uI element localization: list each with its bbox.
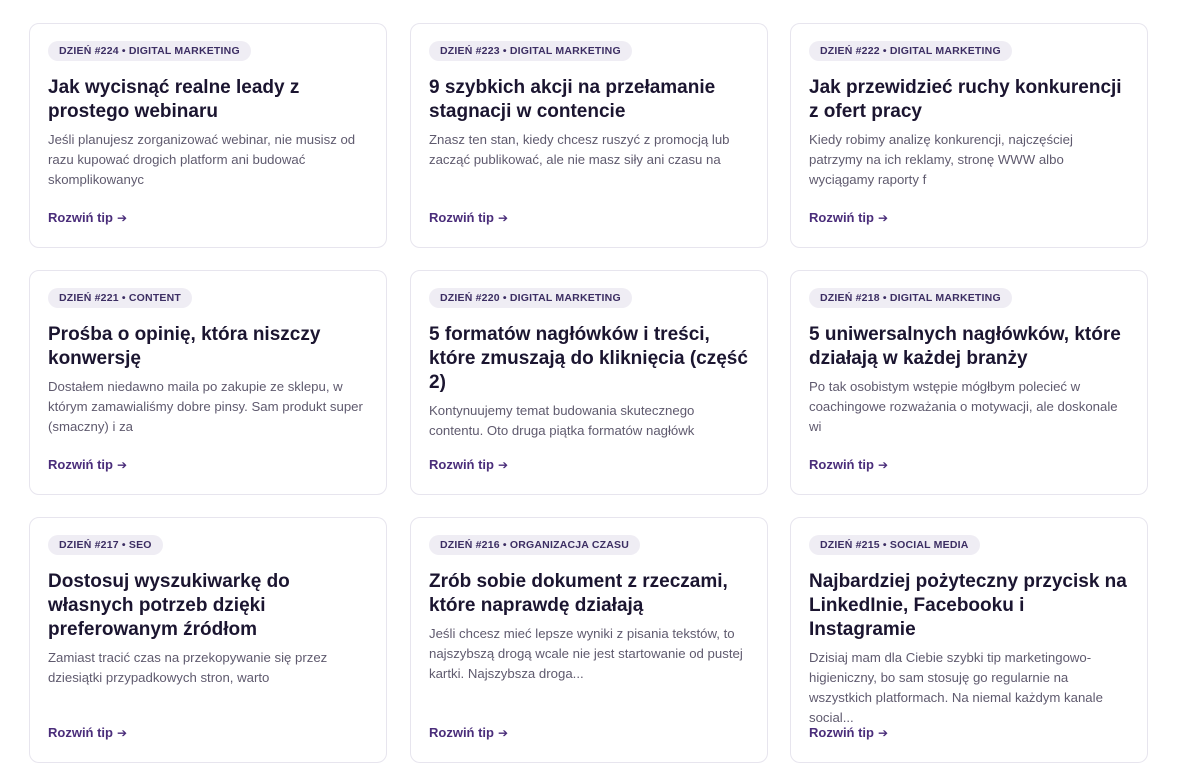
arrow-right-icon: ➔ — [117, 211, 128, 225]
tip-title[interactable]: Zrób sobie dokument z rzeczami, które na… — [429, 570, 749, 618]
tip-title[interactable]: Jak przewidzieć ruchy konkurencji z ofer… — [809, 76, 1129, 124]
tip-excerpt: Po tak osobistym wstępie mógłbym polecie… — [809, 379, 1118, 434]
arrow-right-icon: ➔ — [498, 211, 509, 225]
tip-title[interactable]: Jak wycisnąć realne leady z prostego web… — [48, 76, 368, 124]
tip-card: DZIEŃ #221 • CONTENT Prośba o opinię, kt… — [29, 270, 387, 495]
day-category-badge: DZIEŃ #216 • ORGANIZACJA CZASU — [429, 535, 640, 555]
arrow-right-icon: ➔ — [498, 726, 509, 740]
expand-tip-link[interactable]: Rozwiń tip ➔ — [429, 210, 508, 226]
tip-excerpt: Znasz ten stan, kiedy chcesz ruszyć z pr… — [429, 132, 730, 167]
tip-card: DZIEŃ #217 • SEO Dostosuj wyszukiwarkę d… — [29, 517, 387, 763]
tip-card: DZIEŃ #220 • DIGITAL MARKETING 5 formató… — [410, 270, 768, 495]
tip-card: DZIEŃ #218 • DIGITAL MARKETING 5 uniwers… — [790, 270, 1148, 495]
day-category-badge: DZIEŃ #218 • DIGITAL MARKETING — [809, 288, 1012, 308]
expand-tip-link[interactable]: Rozwiń tip ➔ — [809, 210, 888, 226]
tip-card: DZIEŃ #224 • DIGITAL MARKETING Jak wycis… — [29, 23, 387, 248]
arrow-right-icon: ➔ — [498, 458, 509, 472]
expand-tip-label: Rozwiń tip — [429, 457, 494, 472]
tip-card: DZIEŃ #216 • ORGANIZACJA CZASU Zrób sobi… — [410, 517, 768, 763]
expand-tip-label: Rozwiń tip — [48, 457, 113, 472]
arrow-right-icon: ➔ — [878, 458, 889, 472]
arrow-right-icon: ➔ — [117, 726, 128, 740]
tip-excerpt: Kontynuujemy temat budowania skutecznego… — [429, 403, 695, 438]
expand-tip-label: Rozwiń tip — [809, 457, 874, 472]
expand-tip-link[interactable]: Rozwiń tip ➔ — [48, 210, 127, 226]
expand-tip-label: Rozwiń tip — [48, 210, 113, 225]
expand-tip-link[interactable]: Rozwiń tip ➔ — [429, 725, 508, 741]
expand-tip-link[interactable]: Rozwiń tip ➔ — [48, 725, 127, 741]
day-category-badge: DZIEŃ #221 • CONTENT — [48, 288, 193, 308]
day-category-badge: DZIEŃ #215 • SOCIAL MEDIA — [809, 535, 980, 555]
expand-tip-link[interactable]: Rozwiń tip ➔ — [809, 725, 888, 741]
tip-title[interactable]: 5 uniwersalnych nagłówków, które działaj… — [809, 323, 1129, 371]
expand-tip-link[interactable]: Rozwiń tip ➔ — [429, 457, 508, 473]
tip-card: DZIEŃ #222 • DIGITAL MARKETING Jak przew… — [790, 23, 1148, 248]
expand-tip-label: Rozwiń tip — [809, 210, 874, 225]
tip-excerpt: Zamiast tracić czas na przekopywanie się… — [48, 650, 328, 685]
tip-excerpt: Dzisiaj mam dla Ciebie szybki tip market… — [809, 650, 1103, 725]
day-category-badge: DZIEŃ #223 • DIGITAL MARKETING — [429, 41, 632, 61]
tip-card: DZIEŃ #215 • SOCIAL MEDIA Najbardziej po… — [790, 517, 1148, 763]
tip-title[interactable]: 5 formatów nagłówków i treści, które zmu… — [429, 323, 749, 395]
expand-tip-label: Rozwiń tip — [48, 725, 113, 740]
tip-title[interactable]: Prośba o opinię, która niszczy konwersję — [48, 323, 368, 371]
tip-title[interactable]: Dostosuj wyszukiwarkę do własnych potrze… — [48, 570, 368, 642]
arrow-right-icon: ➔ — [878, 726, 889, 740]
day-category-badge: DZIEŃ #217 • SEO — [48, 535, 163, 555]
arrow-right-icon: ➔ — [878, 211, 889, 225]
expand-tip-label: Rozwiń tip — [429, 725, 494, 740]
day-category-badge: DZIEŃ #222 • DIGITAL MARKETING — [809, 41, 1012, 61]
tip-title[interactable]: Najbardziej pożyteczny przycisk na Linke… — [809, 570, 1129, 642]
expand-tip-link[interactable]: Rozwiń tip ➔ — [48, 457, 127, 473]
expand-tip-label: Rozwiń tip — [809, 725, 874, 740]
expand-tip-link[interactable]: Rozwiń tip ➔ — [809, 457, 888, 473]
arrow-right-icon: ➔ — [117, 458, 128, 472]
day-category-badge: DZIEŃ #224 • DIGITAL MARKETING — [48, 41, 251, 61]
tips-grid: DZIEŃ #224 • DIGITAL MARKETING Jak wycis… — [0, 0, 1200, 777]
tip-excerpt: Jeśli planujesz zorganizować webinar, ni… — [48, 132, 356, 187]
day-category-badge: DZIEŃ #220 • DIGITAL MARKETING — [429, 288, 632, 308]
expand-tip-label: Rozwiń tip — [429, 210, 494, 225]
tip-excerpt: Jeśli chcesz mieć lepsze wyniki z pisani… — [429, 626, 743, 681]
tip-excerpt: Kiedy robimy analizę konkurencji, najczę… — [809, 132, 1073, 187]
tip-card: DZIEŃ #223 • DIGITAL MARKETING 9 szybkic… — [410, 23, 768, 248]
tip-excerpt: Dostałem niedawno maila po zakupie ze sk… — [48, 379, 363, 434]
tip-title[interactable]: 9 szybkich akcji na przełamanie stagnacj… — [429, 76, 749, 124]
